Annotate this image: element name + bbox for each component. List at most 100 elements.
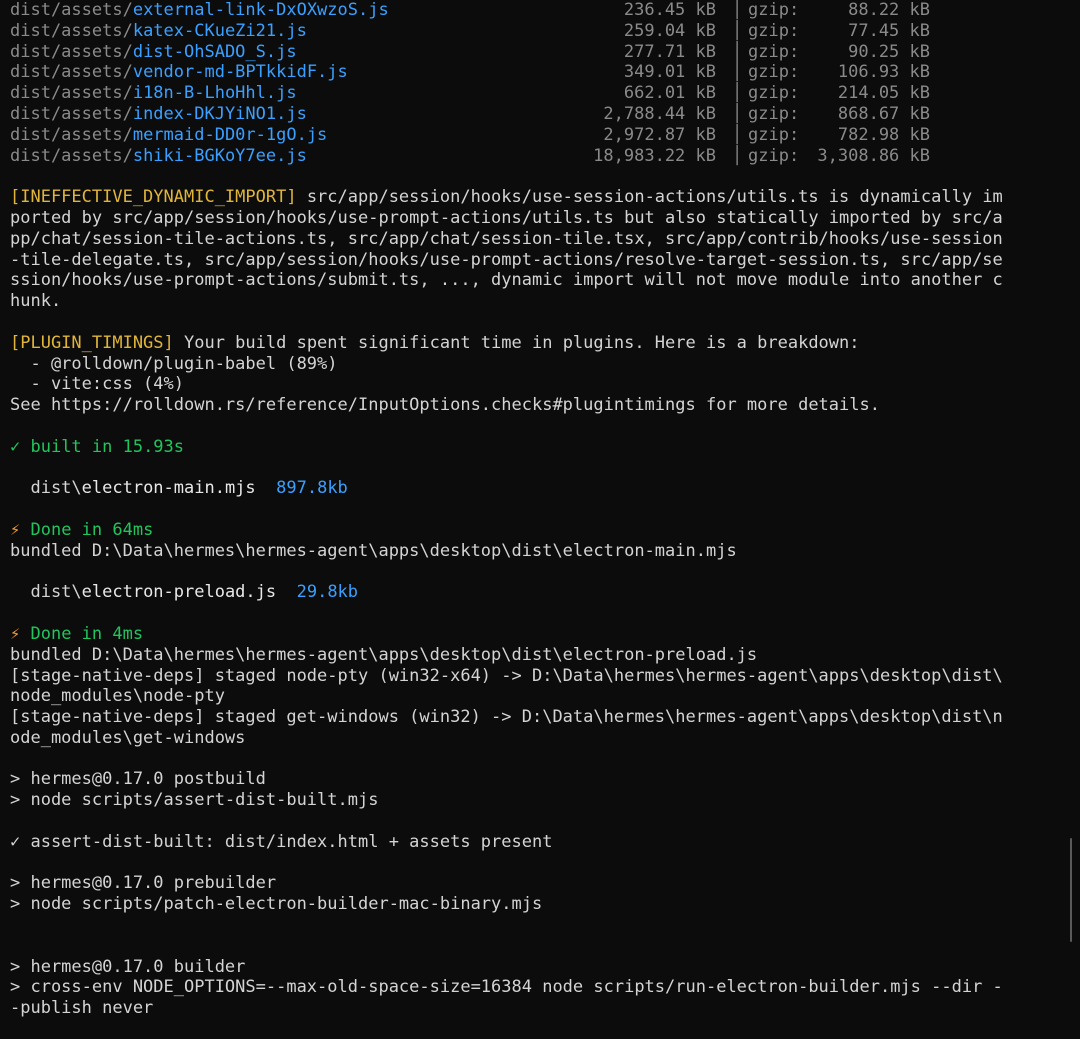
asset-filename: dist-OhSADO_S.js (132, 41, 297, 62)
asset-path: dist/assets/index-DKJYiNO1.js (10, 103, 307, 124)
builder-line: > hermes@0.17.0 builder (10, 956, 246, 977)
asset-row: dist/assets/mermaid-DD0r-1gO.js 2,972.87 … (10, 125, 1050, 146)
check-icon: ✓ (10, 436, 21, 457)
asset-filename: katex-CKueZi21.js (132, 20, 307, 41)
asset-row: dist/assets/index-DKJYiNO1.js 2,788.44 kB… (10, 104, 1050, 125)
gzip-size: 77.45 kB (848, 20, 930, 41)
asset-list: dist/assets/external-link-DxOXwzoS.js 236… (10, 0, 1050, 166)
asset-size: 236.45 kB (623, 0, 716, 20)
electron-main-output: dist\electron-main.mjs 897.8kb (10, 478, 348, 499)
scrollbar[interactable] (1070, 838, 1072, 942)
asset-filename: vendor-md-BPTkkidF.js (132, 62, 348, 83)
gzip-size: 214.05 kB (837, 83, 930, 104)
electron-preload-file: electron-preload.js (81, 582, 277, 603)
asset-path: dist/assets/mermaid-DD0r-1gO.js (10, 124, 328, 145)
asset-filename: shiki-BGKoY7ee.js (132, 145, 307, 166)
asset-row: dist/assets/external-link-DxOXwzoS.js 236… (10, 0, 1050, 21)
column-separator: │ (732, 20, 743, 41)
plugin-timing-item: - vite:css (4%) (10, 374, 184, 395)
ineffective-import-line: pp/chat/session-tile-actions.ts, src/app… (10, 228, 1003, 249)
column-separator: │ (732, 83, 743, 104)
native-deps-line: ode_modules\get-windows (10, 727, 246, 748)
asset-row: dist/assets/shiki-BGKoY7ee.js 18,983.22 k… (10, 146, 1050, 167)
asset-filename: i18n-B-LhoHhl.js (132, 83, 297, 104)
asset-size: 2,788.44 kB (603, 103, 716, 124)
asset-size: 259.04 kB (623, 20, 716, 41)
native-deps-line: [stage-native-deps] staged node-pty (win… (10, 665, 1003, 686)
terminal-output[interactable]: dist/assets/external-link-DxOXwzoS.js 236… (10, 0, 1050, 1019)
column-separator: │ (732, 145, 743, 166)
ineffective-import-tag: [INEFFECTIVE_DYNAMIC_IMPORT] (10, 187, 297, 208)
electron-main-size: 897.8kb (276, 478, 348, 499)
gzip-label: gzip: (748, 103, 800, 124)
gzip-label: gzip: (748, 41, 800, 62)
asset-path: dist/assets/i18n-B-LhoHhl.js (10, 83, 297, 104)
builder-line: -publish never (10, 998, 154, 1019)
electron-main-done: ⚡ Done in 64ms (10, 519, 154, 540)
asset-size: 277.71 kB (623, 41, 716, 62)
plugin-timings-tag: [PLUGIN_TIMINGS] (10, 332, 174, 353)
column-separator: │ (732, 103, 743, 124)
asset-path: dist/assets/external-link-DxOXwzoS.js (10, 0, 389, 20)
gzip-label: gzip: (748, 83, 800, 104)
ineffective-import-line: ssion/hooks/use-prompt-actions/submit.ts… (10, 270, 1003, 291)
asset-size: 662.01 kB (623, 83, 716, 104)
electron-main-file: electron-main.mjs (81, 478, 256, 499)
native-deps-line: node_modules\node-pty (10, 686, 225, 707)
asset-size: 2,972.87 kB (603, 124, 716, 145)
asset-size: 18,983.22 kB (593, 145, 716, 166)
assert-check-line: ✓ assert-dist-built: dist/index.html + a… (10, 831, 553, 852)
asset-size: 349.01 kB (623, 62, 716, 83)
column-separator: │ (732, 62, 743, 83)
asset-path: dist/assets/dist-OhSADO_S.js (10, 41, 297, 62)
prebuilder-line: > hermes@0.17.0 prebuilder (10, 873, 277, 894)
electron-preload-bundled: bundled D:\Data\hermes\hermes-agent\apps… (10, 644, 758, 665)
native-deps-line: [stage-native-deps] staged get-windows (… (10, 707, 1003, 728)
electron-preload-size: 29.8kb (296, 582, 359, 603)
lightning-icon: ⚡ (10, 519, 21, 540)
postbuild-line: > hermes@0.17.0 postbuild (10, 769, 266, 790)
column-separator: │ (732, 41, 743, 62)
ineffective-import-line: ported by src/app/session/hooks/use-prom… (10, 207, 1003, 228)
asset-row: dist/assets/i18n-B-LhoHhl.js 662.01 kB │ gz… (10, 83, 1050, 104)
builder-line: > cross-env NODE_OPTIONS=--max-old-space… (10, 977, 1003, 998)
asset-path: dist/assets/katex-CKueZi21.js (10, 20, 307, 41)
ineffective-import-line: hunk. (10, 291, 62, 312)
ineffective-import-line: -tile-delegate.ts, src/app/session/hooks… (10, 249, 1003, 270)
asset-path: dist/assets/vendor-md-BPTkkidF.js (10, 62, 348, 83)
gzip-label: gzip: (748, 145, 800, 166)
gzip-size: 868.67 kB (837, 103, 930, 124)
postbuild-line: > node scripts/assert-dist-built.mjs (10, 790, 379, 811)
asset-row: dist/assets/katex-CKueZi21.js 259.04 kB │ g… (10, 21, 1050, 42)
column-separator: │ (732, 0, 743, 20)
column-separator: │ (732, 124, 743, 145)
asset-path: dist/assets/shiki-BGKoY7ee.js (10, 145, 307, 166)
electron-preload-done: ⚡ Done in 4ms (10, 623, 144, 644)
gzip-size: 106.93 kB (837, 62, 930, 83)
gzip-size: 3,308.86 kB (817, 145, 930, 166)
electron-preload-output: dist\electron-preload.js 29.8kb (10, 582, 359, 603)
gzip-label: gzip: (748, 62, 800, 83)
asset-filename: index-DKJYiNO1.js (132, 103, 307, 124)
asset-row: dist/assets/vendor-md-BPTkkidF.js 349.01 … (10, 62, 1050, 83)
gzip-label: gzip: (748, 20, 800, 41)
gzip-size: 88.22 kB (848, 0, 930, 20)
gzip-size: 782.98 kB (837, 124, 930, 145)
gzip-label: gzip: (748, 124, 800, 145)
asset-filename: mermaid-DD0r-1gO.js (132, 124, 328, 145)
lightning-icon: ⚡ (10, 623, 21, 644)
asset-filename: external-link-DxOXwzoS.js (132, 0, 389, 20)
ineffective-import-line: [INEFFECTIVE_DYNAMIC_IMPORT] src/app/ses… (10, 187, 1003, 208)
plugin-timings-see: See https://rolldown.rs/reference/InputO… (10, 395, 880, 416)
